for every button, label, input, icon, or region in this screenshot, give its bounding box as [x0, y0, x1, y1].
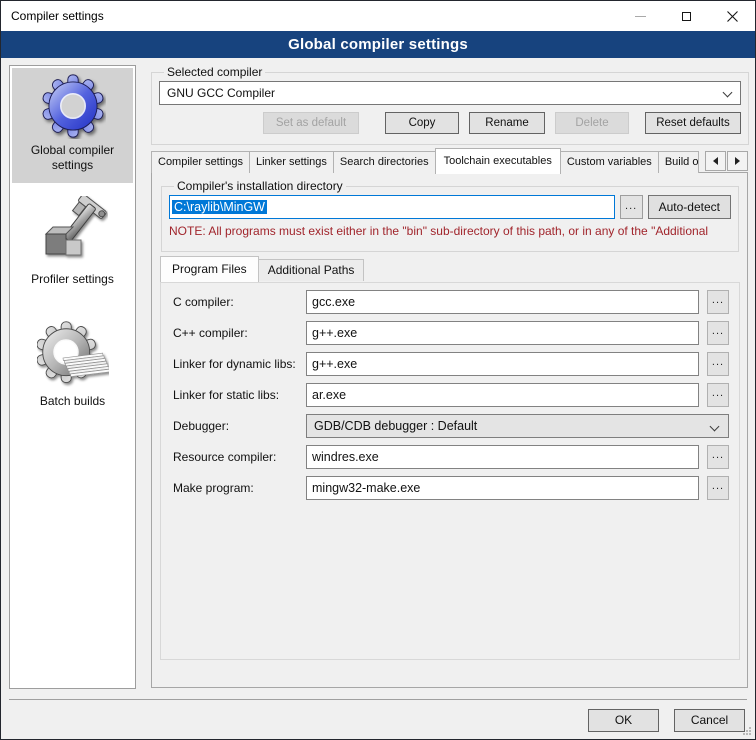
selected-compiler-legend: Selected compiler: [164, 65, 265, 79]
program-files-tab-strip: Program Files Additional Paths: [160, 256, 364, 281]
c-compiler-browse-button[interactable]: ...: [707, 290, 729, 314]
tab-compiler-settings[interactable]: Compiler settings: [151, 151, 250, 173]
form-row-make-program: Make program: mingw32-make.exe ...: [161, 476, 739, 500]
c-compiler-input[interactable]: gcc.exe: [306, 290, 699, 314]
copy-button[interactable]: Copy: [385, 112, 459, 134]
installation-directory-note: NOTE: All programs must exist either in …: [169, 224, 731, 238]
minimize-icon: [635, 16, 646, 17]
sidebar-item-batch-builds[interactable]: Batch builds: [12, 315, 133, 427]
auto-detect-button[interactable]: Auto-detect: [648, 195, 731, 219]
form-row-debugger: Debugger: GDB/CDB debugger : Default: [161, 414, 739, 438]
sidebar-item-label: Global compiler settings: [17, 143, 129, 173]
dialog-header-title: Global compiler settings: [288, 36, 468, 53]
dialog-header: Global compiler settings: [1, 31, 755, 58]
footer-separator: [9, 699, 747, 700]
tab-linker-settings[interactable]: Linker settings: [249, 151, 334, 173]
title-bar[interactable]: Compiler settings: [1, 1, 755, 31]
settings-category-list: Global compiler settings: [9, 65, 136, 689]
make-program-browse-button[interactable]: ...: [707, 476, 729, 500]
dynamic-linker-input[interactable]: g++.exe: [306, 352, 699, 376]
installation-directory-input[interactable]: C:\raylib\MinGW: [169, 195, 615, 219]
resize-grip[interactable]: [743, 727, 752, 736]
selected-compiler-group: Selected compiler GNU GCC Compiler Set a…: [151, 65, 749, 145]
debugger-select[interactable]: GDB/CDB debugger : Default: [306, 414, 729, 438]
tab-scroll-buttons: [704, 151, 748, 171]
tab-toolchain-executables[interactable]: Toolchain executables: [435, 148, 561, 174]
form-row-cpp-compiler: C++ compiler: g++.exe ...: [161, 321, 739, 345]
ok-button[interactable]: OK: [588, 709, 659, 732]
installation-directory-value: C:\raylib\MinGW: [172, 200, 267, 214]
maximize-button[interactable]: [663, 1, 709, 31]
form-row-resource-compiler: Resource compiler: windres.exe ...: [161, 445, 739, 469]
subtab-program-files[interactable]: Program Files: [160, 256, 259, 282]
cpp-compiler-browse-button[interactable]: ...: [707, 321, 729, 345]
sidebar-item-label: Profiler settings: [17, 272, 129, 287]
rename-button[interactable]: Rename: [469, 112, 545, 134]
minimize-button[interactable]: [617, 1, 663, 31]
chevron-down-icon: [723, 88, 733, 98]
field-label: Linker for static libs:: [173, 383, 305, 407]
compiler-settings-dialog: Compiler settings Global compiler settin…: [0, 0, 756, 740]
window-controls: [617, 1, 755, 31]
blue-gear-icon: [40, 73, 106, 139]
batch-builds-icon: [37, 320, 109, 390]
tab-scroll-right-button[interactable]: [727, 151, 748, 171]
subtab-additional-paths[interactable]: Additional Paths: [258, 259, 365, 281]
maximize-icon: [682, 12, 691, 21]
installation-directory-row: C:\raylib\MinGW ... Auto-detect: [169, 195, 731, 219]
installation-directory-legend: Compiler's installation directory: [174, 179, 346, 193]
compiler-select[interactable]: GNU GCC Compiler: [159, 81, 741, 105]
toolchain-executables-page: Compiler's installation directory C:\ray…: [151, 172, 748, 688]
make-program-input[interactable]: mingw32-make.exe: [306, 476, 699, 500]
sidebar-item-label: Batch builds: [17, 394, 129, 409]
cpp-compiler-input[interactable]: g++.exe: [306, 321, 699, 345]
window-title: Compiler settings: [11, 9, 104, 23]
compiler-buttons-row: Set as default Copy Rename Delete Reset …: [159, 112, 741, 134]
close-icon: [727, 11, 738, 22]
tab-scroll-left-button[interactable]: [705, 151, 726, 171]
static-linker-browse-button[interactable]: ...: [707, 383, 729, 407]
field-label: Debugger:: [173, 414, 305, 438]
field-label: Linker for dynamic libs:: [173, 352, 305, 376]
resource-compiler-browse-button[interactable]: ...: [707, 445, 729, 469]
resource-compiler-input[interactable]: windres.exe: [306, 445, 699, 469]
caliper-icon: [38, 196, 108, 268]
field-label: C++ compiler:: [173, 321, 305, 345]
form-row-dynamic-linker: Linker for dynamic libs: g++.exe ...: [161, 352, 739, 376]
sidebar-item-profiler-settings[interactable]: Profiler settings: [12, 191, 133, 299]
set-as-default-button[interactable]: Set as default: [263, 112, 359, 134]
field-label: Make program:: [173, 476, 305, 500]
form-row-c-compiler: C compiler: gcc.exe ...: [161, 290, 739, 314]
field-label: Resource compiler:: [173, 445, 305, 469]
scroll-left-icon: [713, 157, 718, 165]
static-linker-input[interactable]: ar.exe: [306, 383, 699, 407]
tab-build-options[interactable]: Build options: [658, 151, 699, 173]
delete-button[interactable]: Delete: [555, 112, 629, 134]
form-row-static-linker: Linker for static libs: ar.exe ...: [161, 383, 739, 407]
tab-custom-variables[interactable]: Custom variables: [560, 151, 659, 173]
field-label: C compiler:: [173, 290, 305, 314]
sidebar-item-global-compiler-settings[interactable]: Global compiler settings: [12, 68, 133, 183]
reset-defaults-button[interactable]: Reset defaults: [645, 112, 741, 134]
compiler-select-value: GNU GCC Compiler: [167, 86, 275, 100]
debugger-select-value: GDB/CDB debugger : Default: [314, 419, 477, 433]
cancel-button[interactable]: Cancel: [674, 709, 745, 732]
dynamic-linker-browse-button[interactable]: ...: [707, 352, 729, 376]
main-tab-strip: Compiler settings Linker settings Search…: [151, 147, 748, 173]
installation-directory-browse-button[interactable]: ...: [620, 195, 643, 219]
installation-directory-group: Compiler's installation directory C:\ray…: [161, 179, 739, 252]
program-files-panel: C compiler: gcc.exe ... C++ compiler: g+…: [160, 282, 740, 660]
close-button[interactable]: [709, 1, 755, 31]
chevron-down-icon: [710, 422, 720, 432]
tab-search-directories[interactable]: Search directories: [333, 151, 436, 173]
scroll-right-icon: [735, 157, 740, 165]
